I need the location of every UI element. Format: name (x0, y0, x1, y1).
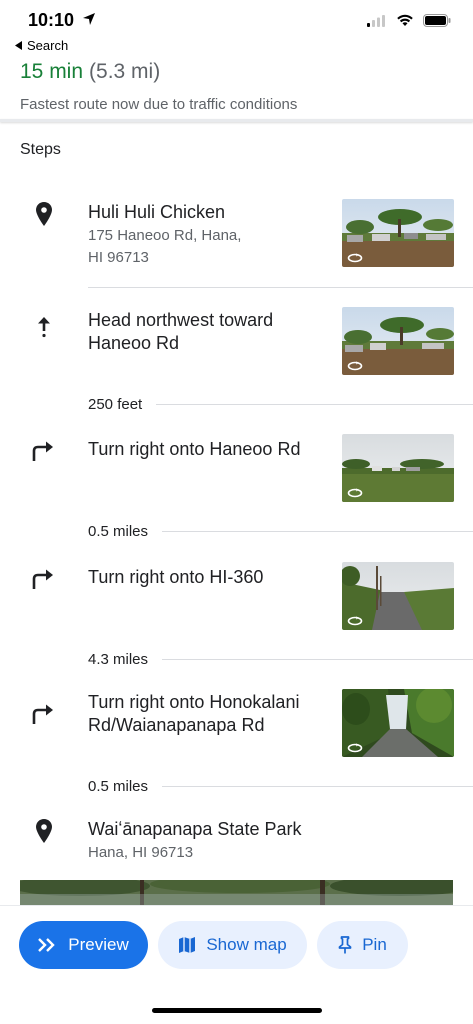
step-distance: 250 feet (88, 396, 473, 413)
preview-button[interactable]: Preview (19, 921, 148, 969)
clock: 10:10 (28, 10, 75, 30)
back-triangle-icon (15, 41, 22, 50)
pin-label: Pin (362, 935, 387, 954)
distance-label: 0.5 miles (88, 778, 149, 795)
map-icon (179, 937, 196, 953)
pin-button[interactable]: Pin (317, 921, 408, 969)
show-map-label: Show map (206, 935, 287, 954)
pushpin-icon (338, 936, 352, 954)
distance-label: 4.3 miles (88, 651, 149, 668)
360-view-icon (347, 616, 363, 626)
eta-time: 15 min (20, 60, 84, 83)
step-title-line1: Head northwest toward (88, 310, 274, 330)
step-address-line1: Hana, HI 96713 (88, 844, 194, 861)
step-address-line2: HI 96713 (88, 249, 149, 266)
show-map-button[interactable]: Show map (158, 921, 307, 969)
location-arrow-icon (83, 13, 95, 25)
360-view-icon (347, 253, 363, 263)
battery-icon (423, 14, 451, 27)
fast-forward-icon (38, 938, 55, 952)
street-view-thumbnail[interactable] (342, 562, 454, 630)
route-eta-row: 15 min (5.3 mi) (20, 60, 473, 84)
step-divider (88, 287, 473, 288)
step-title: Huli Huli Chicken (88, 202, 226, 222)
route-summary: 15 min (5.3 mi) Fastest route now due to … (20, 60, 473, 113)
steps-heading: Steps (20, 141, 61, 158)
wifi-icon (397, 14, 413, 26)
distance-label: 0.5 miles (88, 523, 149, 540)
header-divider (0, 119, 473, 122)
route-note: Fastest route now due to traffic conditi… (20, 96, 298, 113)
step-distance: 0.5 miles (88, 778, 473, 795)
360-view-icon (347, 743, 363, 753)
route-distance: (5.3 mi) (89, 60, 161, 83)
street-view-thumbnail[interactable] (342, 689, 454, 757)
street-view-thumbnail[interactable] (342, 307, 454, 375)
step-title-line2: Rd/Waianapanapa Rd (88, 715, 265, 735)
pin-icon (30, 817, 58, 845)
preview-label: Preview (68, 935, 129, 954)
action-bar: Preview Show map Pin (0, 905, 473, 1024)
step-title-line2: Haneoo Rd (88, 333, 180, 353)
pin-icon (30, 200, 58, 228)
360-view-icon (347, 488, 363, 498)
back-label: Search (27, 38, 69, 53)
cellular-signal-icon (367, 14, 385, 27)
step-title: Waiʻānapanapa State Park (88, 819, 302, 839)
step-title: Turn right onto HI-360 (88, 567, 264, 587)
turn-right-icon (30, 565, 58, 593)
street-view-thumbnail[interactable] (342, 199, 454, 267)
step-address-line1: 175 Haneoo Rd, Hana, (88, 227, 242, 244)
360-view-icon (347, 361, 363, 371)
straight-arrow-icon (30, 314, 58, 342)
step-distance: 0.5 miles (88, 523, 473, 540)
home-indicator[interactable] (152, 1008, 322, 1013)
status-bar: 10:10 (0, 0, 473, 36)
back-to-search-link[interactable]: Search (15, 38, 68, 53)
turn-right-icon (30, 437, 58, 465)
step-title: Turn right onto Haneoo Rd (88, 439, 301, 459)
distance-label: 250 feet (88, 396, 143, 413)
step-title-line1: Turn right onto Honokalani (88, 692, 300, 712)
street-view-thumbnail[interactable] (342, 434, 454, 502)
turn-right-icon (30, 700, 58, 728)
step-distance: 4.3 miles (88, 651, 473, 668)
